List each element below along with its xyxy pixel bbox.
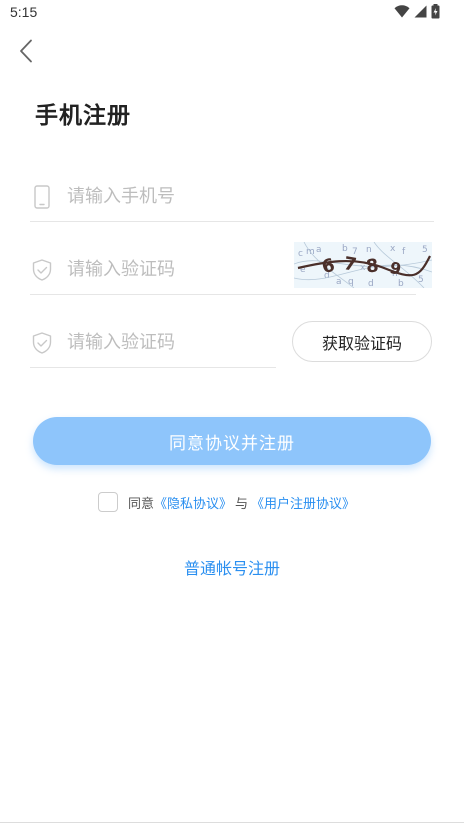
page-title: 手机注册 bbox=[35, 103, 131, 129]
svg-text:b: b bbox=[398, 279, 404, 288]
svg-text:5: 5 bbox=[422, 245, 428, 255]
svg-text:x: x bbox=[390, 244, 396, 254]
alt-register-container: 普通帐号注册 bbox=[0, 555, 464, 579]
svg-text:n: n bbox=[366, 245, 372, 255]
sms-code-underline bbox=[30, 367, 276, 368]
captcha-underline bbox=[30, 294, 416, 295]
agreement-connector: 与 bbox=[235, 496, 249, 512]
bottom-divider bbox=[0, 822, 464, 823]
phone-underline bbox=[30, 221, 434, 222]
svg-text:5: 5 bbox=[418, 275, 424, 285]
agreement-prefix: 同意 bbox=[128, 496, 155, 512]
agreement-row: 同意 《隐私协议》 与 《用户注册协议》 bbox=[98, 490, 355, 514]
captcha-input[interactable] bbox=[67, 254, 287, 284]
register-screen: 5:15 手机注册 请输入手机号 请输入验证码 c m a b 7 n x f … bbox=[0, 0, 464, 825]
battery-icon bbox=[431, 4, 440, 19]
svg-text:d: d bbox=[368, 279, 374, 288]
get-code-button[interactable]: 获取验证码 bbox=[292, 321, 432, 362]
wifi-icon bbox=[394, 5, 410, 18]
sms-code-row bbox=[30, 318, 276, 368]
signal-icon bbox=[414, 5, 427, 18]
sms-code-input[interactable] bbox=[67, 327, 267, 357]
agreement-checkbox[interactable] bbox=[98, 492, 118, 512]
svg-text:a: a bbox=[316, 245, 322, 255]
normal-account-register-link[interactable]: 普通帐号注册 bbox=[184, 559, 280, 578]
phone-icon bbox=[32, 172, 52, 222]
shield-check-icon bbox=[32, 245, 52, 295]
svg-text:a: a bbox=[336, 277, 342, 287]
phone-input[interactable] bbox=[67, 181, 427, 211]
status-icons bbox=[394, 4, 440, 19]
back-button[interactable] bbox=[14, 38, 38, 64]
status-time: 5:15 bbox=[10, 4, 38, 20]
shield-check-icon bbox=[32, 318, 52, 368]
captcha-image[interactable]: cma b7n xf5 eda q dh b 5x 6 7 8 9 bbox=[294, 242, 432, 288]
user-agreement-link[interactable]: 《用户注册协议》 bbox=[251, 493, 355, 512]
agree-and-register-button[interactable]: 同意协议并注册 bbox=[33, 417, 431, 465]
privacy-policy-link[interactable]: 《隐私协议》 bbox=[154, 493, 232, 512]
svg-text:c: c bbox=[298, 249, 303, 259]
chevron-left-icon bbox=[20, 39, 32, 63]
status-bar: 5:15 bbox=[0, 0, 464, 26]
phone-row bbox=[30, 172, 434, 222]
